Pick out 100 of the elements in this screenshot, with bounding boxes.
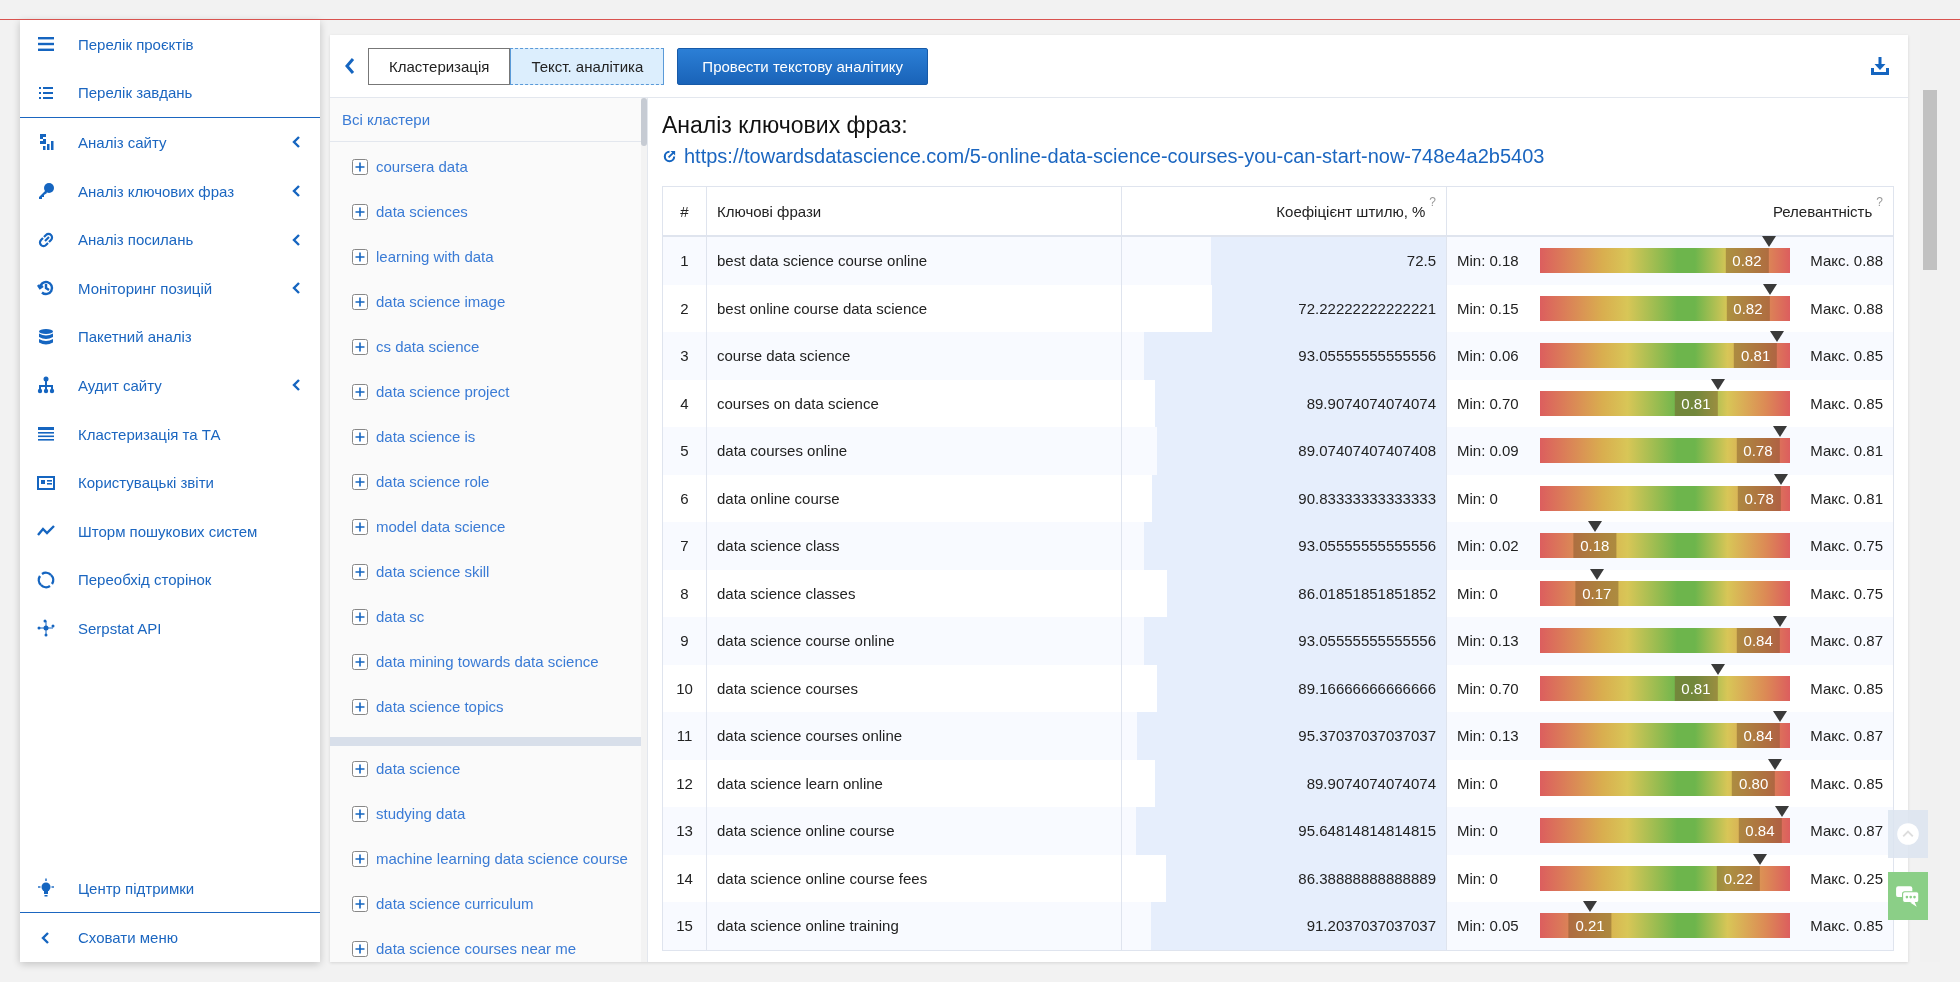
- table-cell: 72.22222222222221: [1298, 299, 1436, 317]
- lightbulb-icon: [36, 878, 56, 899]
- cluster-item[interactable]: cs data science: [376, 338, 480, 356]
- chat-icon: [1895, 884, 1921, 908]
- relevance-value: 0.78: [1736, 438, 1780, 464]
- max-value: Макс. 0.81: [1809, 442, 1883, 460]
- table-cell: 95.64814814814815: [1298, 822, 1436, 840]
- table-cell: 89.07407407407408: [1298, 442, 1436, 460]
- table-cell: 86.01851851851852: [1298, 584, 1436, 602]
- column-header[interactable]: Релевантність $^{?}$: [1447, 187, 1893, 235]
- sidebar-item[interactable]: Моніторинг позицій: [20, 263, 320, 313]
- relevance-value: 0.84: [1738, 818, 1782, 844]
- table-cell: 13: [663, 807, 707, 855]
- column-header[interactable]: Коефіцієнт штилю, % $^{?}$: [1122, 187, 1447, 235]
- sidebar-item[interactable]: Аналіз посилань: [20, 215, 320, 264]
- max-value: Макс. 0.85: [1809, 679, 1883, 697]
- cluster-item[interactable]: data science image: [376, 293, 506, 311]
- cluster-item[interactable]: data science project: [376, 383, 510, 401]
- relevance-value: 0.22: [1716, 865, 1760, 891]
- plus-icon[interactable]: [352, 383, 368, 400]
- cluster-item[interactable]: data science courses near me: [376, 940, 577, 958]
- table-cell: 89.9074074074074: [1306, 774, 1436, 792]
- plus-icon[interactable]: [352, 473, 368, 490]
- chevron-icon: [292, 232, 302, 247]
- relevance-value: 0.78: [1737, 485, 1781, 511]
- plus-icon[interactable]: [352, 518, 368, 535]
- cluster-item[interactable]: data mining towards data science: [376, 653, 599, 671]
- plus-icon[interactable]: [352, 653, 368, 670]
- table-cell: 9: [663, 617, 707, 665]
- cluster-item[interactable]: studying data: [376, 805, 466, 823]
- min-value: Min: 0.06: [1457, 347, 1520, 365]
- sidebar-item[interactable]: Аналіз сайту: [20, 118, 320, 167]
- sidebar-item[interactable]: Пакетний аналіз: [20, 312, 320, 362]
- cluster-item[interactable]: data science is: [376, 428, 476, 446]
- sidebar-item[interactable]: Аналіз ключових фраз: [20, 166, 320, 216]
- plus-icon[interactable]: [352, 293, 368, 310]
- sidebar-item[interactable]: Аудит сайту: [20, 361, 320, 410]
- sidebar-item[interactable]: Користувацькі звіти: [20, 458, 320, 507]
- sidebar-item[interactable]: Кластеризація та ТА: [20, 409, 320, 459]
- cluster-item[interactable]: data science: [376, 760, 461, 778]
- plus-icon[interactable]: [352, 203, 368, 220]
- plus-icon[interactable]: [352, 428, 368, 445]
- max-value: Макс. 0.85: [1809, 774, 1883, 792]
- max-value: Макс. 0.75: [1809, 537, 1883, 555]
- plus-icon[interactable]: [352, 850, 368, 867]
- cluster-item[interactable]: data sc: [376, 608, 425, 626]
- plus-icon[interactable]: [352, 895, 368, 912]
- chevron-icon: [292, 135, 302, 150]
- table-cell: 1: [663, 237, 707, 285]
- table-cell: 11: [663, 712, 707, 760]
- cluster-item[interactable]: data science skill: [376, 563, 490, 581]
- tab[interactable]: Кластеризація: [368, 47, 511, 85]
- support-link[interactable]: Центр підтримки: [20, 863, 320, 913]
- min-value: Min: 0: [1457, 584, 1499, 602]
- plus-icon[interactable]: [352, 760, 368, 777]
- back-icon[interactable]: [344, 57, 356, 75]
- table-cell: data science courses online: [707, 712, 1122, 760]
- chevron-icon: [292, 281, 302, 296]
- scrollbar[interactable]: [641, 98, 647, 146]
- relevance-value: 0.81: [1734, 343, 1778, 369]
- tab[interactable]: Текст. аналітика: [510, 47, 665, 85]
- max-value: Макс. 0.85: [1809, 347, 1883, 365]
- cluster-item[interactable]: coursera data: [376, 158, 468, 176]
- all-clusters-link[interactable]: Всі кластери: [330, 98, 641, 143]
- plus-icon[interactable]: [352, 563, 368, 580]
- relevance-value: 0.21: [1568, 913, 1612, 939]
- cluster-item[interactable]: data science role: [376, 473, 490, 491]
- analysis-title: Аналіз ключових фраз:: [662, 112, 909, 139]
- plus-icon[interactable]: [352, 608, 368, 625]
- url-link[interactable]: https://towardsdatascience.com/5-online-data-science-courses-you-can-start-now-748e4a2b5403: [684, 145, 1545, 168]
- sidebar-item[interactable]: Переобхід сторінок: [20, 555, 320, 605]
- sidebar-item[interactable]: Шторм пошукових систем: [20, 506, 320, 556]
- table-cell: 72.5: [1406, 252, 1436, 270]
- run-analysis-button[interactable]: Провести текстову аналітику: [677, 47, 929, 85]
- table-cell: 3: [663, 332, 707, 380]
- plus-icon[interactable]: [352, 940, 368, 957]
- column-header[interactable]: #: [663, 187, 707, 235]
- plus-icon[interactable]: [352, 158, 368, 175]
- cluster-item[interactable]: machine learning data science course: [376, 850, 628, 868]
- download-icon[interactable]: [1870, 56, 1890, 76]
- max-value: Макс. 0.87: [1809, 632, 1883, 650]
- sidebar-item[interactable]: Перелік проєктів: [20, 20, 320, 69]
- cluster-item[interactable]: data sciences: [376, 203, 468, 221]
- cluster-item[interactable]: data science topics: [376, 698, 504, 716]
- sidebar-item[interactable]: Serpstat API: [20, 604, 320, 653]
- cluster-item[interactable]: model data science: [376, 518, 506, 536]
- max-value: Макс. 0.88: [1809, 252, 1883, 270]
- hide-menu-button[interactable]: Сховати меню: [20, 913, 320, 962]
- plus-icon[interactable]: [352, 698, 368, 715]
- column-header[interactable]: Ключові фрази: [707, 187, 1122, 235]
- table-cell: 90.83333333333333: [1298, 489, 1436, 507]
- max-value: Макс. 0.87: [1809, 822, 1883, 840]
- table-cell: 15: [663, 902, 707, 950]
- plus-icon[interactable]: [352, 338, 368, 355]
- table-cell: data science online course: [707, 807, 1122, 855]
- sidebar-item[interactable]: Перелік завдань: [20, 68, 320, 118]
- plus-icon[interactable]: [352, 248, 368, 265]
- cluster-item[interactable]: data science curriculum: [376, 895, 534, 913]
- plus-icon[interactable]: [352, 805, 368, 822]
- cluster-item[interactable]: learning with data: [376, 248, 494, 266]
